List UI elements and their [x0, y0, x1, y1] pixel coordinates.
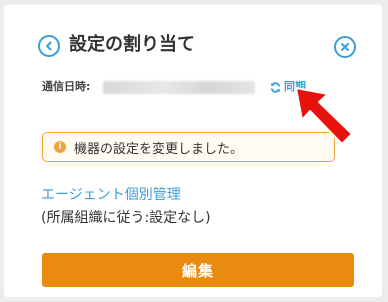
sync-time-label: 通信日時:: [42, 80, 91, 93]
back-button[interactable]: [38, 35, 60, 57]
edit-button[interactable]: 編集: [42, 253, 354, 287]
refresh-icon: [270, 81, 281, 93]
info-icon: i: [54, 141, 66, 153]
close-button[interactable]: [334, 36, 356, 58]
panel-header: 設定の割り当て: [38, 31, 356, 59]
pointer-arrow-icon: [295, 87, 353, 145]
agent-setting-note: (所属組織に従う:設定なし): [41, 210, 211, 226]
agent-individual-management-link[interactable]: エージェント個別管理: [41, 185, 181, 205]
settings-assignment-panel: 設定の割り当て 通信日時: 同期 i 機器の設定を変更しました。 エージェント個…: [4, 5, 382, 297]
sync-time-value-redacted: [103, 81, 255, 94]
notice-message: 機器の設定を変更しました。: [74, 141, 244, 157]
close-icon: [341, 43, 349, 51]
page-title: 設定の割り当て: [69, 34, 195, 55]
success-notice: i 機器の設定を変更しました。: [42, 132, 335, 162]
chevron-left-icon: [46, 41, 52, 51]
